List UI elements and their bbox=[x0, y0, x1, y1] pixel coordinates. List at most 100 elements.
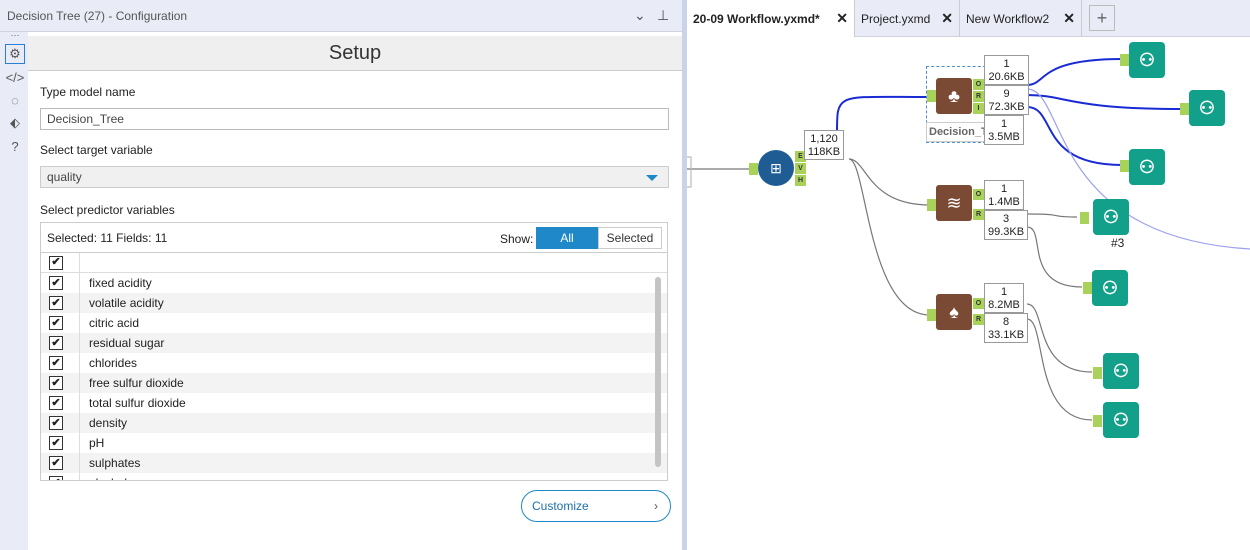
field-checkbox[interactable]: ✔ bbox=[49, 296, 63, 310]
decision-tree-tool[interactable]: ♣ bbox=[936, 78, 972, 114]
close-icon[interactable]: ✕ bbox=[1063, 10, 1075, 27]
predictor-row[interactable]: ✔ citric acid bbox=[41, 313, 667, 333]
field-name: fixed acidity bbox=[89, 276, 152, 290]
size: 72.3KB bbox=[988, 101, 1025, 113]
tab-label: New Workflow2 bbox=[966, 11, 1050, 26]
field-checkbox[interactable]: ✔ bbox=[49, 416, 63, 430]
predictor-row[interactable]: ✔ alcohol bbox=[41, 473, 667, 480]
selection-summary: Selected: 11 Fields: 11 bbox=[47, 230, 168, 245]
browse-tool-icon[interactable]: ⚇ bbox=[1129, 42, 1165, 78]
record-count-box: 1,120 118KB bbox=[804, 130, 844, 160]
browse-tool-icon[interactable]: ⚇ bbox=[1093, 199, 1129, 235]
configuration-panel: Decision Tree (27) - Configuration ⌄ ⊥ ·… bbox=[0, 0, 682, 550]
record-count-box: 9 72.3KB bbox=[984, 85, 1029, 115]
input-anchor[interactable] bbox=[1180, 103, 1189, 115]
workflow-tabs: 20-09 Workflow.yxmd* ✕ Project.yxmd ✕ New … bbox=[687, 0, 1250, 37]
field-name: chlorides bbox=[89, 356, 138, 370]
field-name: alcohol bbox=[89, 476, 127, 480]
size: 33.1KB bbox=[987, 329, 1025, 341]
input-anchor[interactable] bbox=[1093, 415, 1102, 427]
field-checkbox[interactable]: ✔ bbox=[49, 476, 63, 480]
field-checkbox[interactable]: ✔ bbox=[49, 336, 63, 350]
input-anchor[interactable] bbox=[1080, 212, 1089, 224]
select-all-checkbox[interactable]: ✔ bbox=[49, 255, 63, 270]
tag-icon[interactable]: ⬖ bbox=[5, 113, 25, 133]
setup-header: Setup bbox=[28, 36, 682, 71]
field-checkbox[interactable]: ✔ bbox=[49, 316, 63, 330]
browse-tool-icon[interactable]: ⚇ bbox=[1103, 402, 1139, 438]
predictor-row[interactable]: ✔ volatile acidity bbox=[41, 293, 667, 313]
predictor-row[interactable]: ✔ free sulfur dioxide bbox=[41, 373, 667, 393]
anchor-i[interactable]: I bbox=[973, 103, 984, 114]
field-name: free sulfur dioxide bbox=[89, 376, 184, 390]
field-name: volatile acidity bbox=[89, 296, 164, 310]
input-anchor[interactable] bbox=[1093, 367, 1102, 379]
anchor-r[interactable]: R bbox=[973, 91, 984, 102]
close-icon[interactable]: ✕ bbox=[941, 10, 953, 27]
field-name: density bbox=[89, 416, 128, 430]
input-anchor[interactable] bbox=[1120, 160, 1129, 172]
create-samples-tool[interactable]: ⊞ bbox=[758, 150, 794, 186]
predictor-row[interactable]: ✔ pH bbox=[41, 433, 667, 453]
show-all-button[interactable]: All bbox=[536, 227, 598, 249]
tab-20-09-workflow[interactable]: 20-09 Workflow.yxmd* ✕ bbox=[687, 0, 855, 37]
field-checkbox[interactable]: ✔ bbox=[49, 396, 63, 410]
records: 9 bbox=[1003, 88, 1010, 100]
records: 1 bbox=[1000, 183, 1008, 195]
output-icon[interactable]: ◌ bbox=[5, 90, 25, 110]
field-checkbox[interactable]: ✔ bbox=[49, 436, 63, 450]
records: 1 bbox=[1003, 58, 1010, 70]
field-checkbox[interactable]: ✔ bbox=[49, 376, 63, 390]
input-anchor[interactable] bbox=[927, 199, 936, 211]
tab-new-workflow2[interactable]: New Workflow2 ✕ bbox=[960, 0, 1082, 37]
record-count-box: 3 99.3KB bbox=[984, 210, 1028, 240]
anchor-h[interactable]: H bbox=[795, 175, 806, 186]
field-checkbox[interactable]: ✔ bbox=[49, 356, 63, 370]
predictor-row[interactable]: ✔ sulphates bbox=[41, 453, 667, 473]
gear-icon[interactable]: ⚙ bbox=[5, 44, 25, 64]
chevron-down-icon[interactable]: ⌄ bbox=[634, 7, 646, 24]
input-anchor[interactable] bbox=[927, 309, 936, 321]
pin-icon[interactable]: ⊥ bbox=[657, 7, 669, 24]
predictor-row[interactable]: ✔ density bbox=[41, 413, 667, 433]
target-variable-select[interactable]: quality bbox=[40, 166, 669, 188]
anchor-o[interactable]: O bbox=[973, 79, 984, 90]
close-icon[interactable]: ✕ bbox=[836, 10, 848, 27]
show-selected-button[interactable]: Selected bbox=[598, 227, 662, 249]
help-icon[interactable]: ? bbox=[5, 136, 25, 156]
size: 1.4MB bbox=[988, 196, 1020, 208]
browse-tool-icon[interactable]: ⚇ bbox=[1129, 149, 1165, 185]
boosted-model-tool[interactable]: ≋ bbox=[936, 185, 972, 221]
target-variable-label: Select target variable bbox=[40, 143, 153, 157]
predictor-row[interactable]: ✔ residual sugar bbox=[41, 333, 667, 353]
anchor-v[interactable]: V bbox=[795, 163, 806, 174]
predictor-row[interactable]: ✔ total sulfur dioxide bbox=[41, 393, 667, 413]
records: 1 bbox=[1000, 286, 1008, 298]
input-anchor[interactable] bbox=[1120, 54, 1129, 66]
code-icon[interactable]: </> bbox=[5, 67, 25, 87]
browse-tool-icon[interactable]: ⚇ bbox=[1189, 90, 1225, 126]
predictor-row[interactable]: ✔ chlorides bbox=[41, 353, 667, 373]
more-icon[interactable]: ··· bbox=[5, 30, 25, 40]
predictor-row[interactable]: ✔ fixed acidity bbox=[41, 273, 667, 293]
model-name-label: Type model name bbox=[40, 85, 136, 99]
model-name-input[interactable]: Decision_Tree bbox=[40, 108, 669, 130]
browse-tool-icon[interactable]: ⚇ bbox=[1103, 353, 1139, 389]
input-anchor[interactable] bbox=[749, 163, 758, 175]
field-checkbox[interactable]: ✔ bbox=[49, 456, 63, 470]
scrollbar[interactable] bbox=[655, 277, 661, 467]
input-anchor[interactable] bbox=[927, 90, 936, 102]
field-checkbox[interactable]: ✔ bbox=[49, 276, 63, 290]
field-name: citric acid bbox=[89, 316, 140, 330]
forest-model-tool[interactable]: ♠ bbox=[936, 294, 972, 330]
anchor-o[interactable]: O bbox=[973, 189, 984, 200]
anchor-o[interactable]: O bbox=[973, 298, 984, 309]
workflow-canvas[interactable]: ⊞ E V H 1,120 118KB Decision_Tree ♣ O R I… bbox=[687, 37, 1250, 550]
anchor-r[interactable]: R bbox=[973, 314, 984, 325]
anchor-r[interactable]: R bbox=[973, 209, 984, 220]
browse-tool-icon[interactable]: ⚇ bbox=[1092, 270, 1128, 306]
customize-button[interactable]: Customize › bbox=[521, 490, 671, 522]
add-tab-button[interactable]: + bbox=[1089, 5, 1115, 31]
input-anchor[interactable] bbox=[1083, 282, 1092, 294]
tab-project[interactable]: Project.yxmd ✕ bbox=[855, 0, 960, 37]
